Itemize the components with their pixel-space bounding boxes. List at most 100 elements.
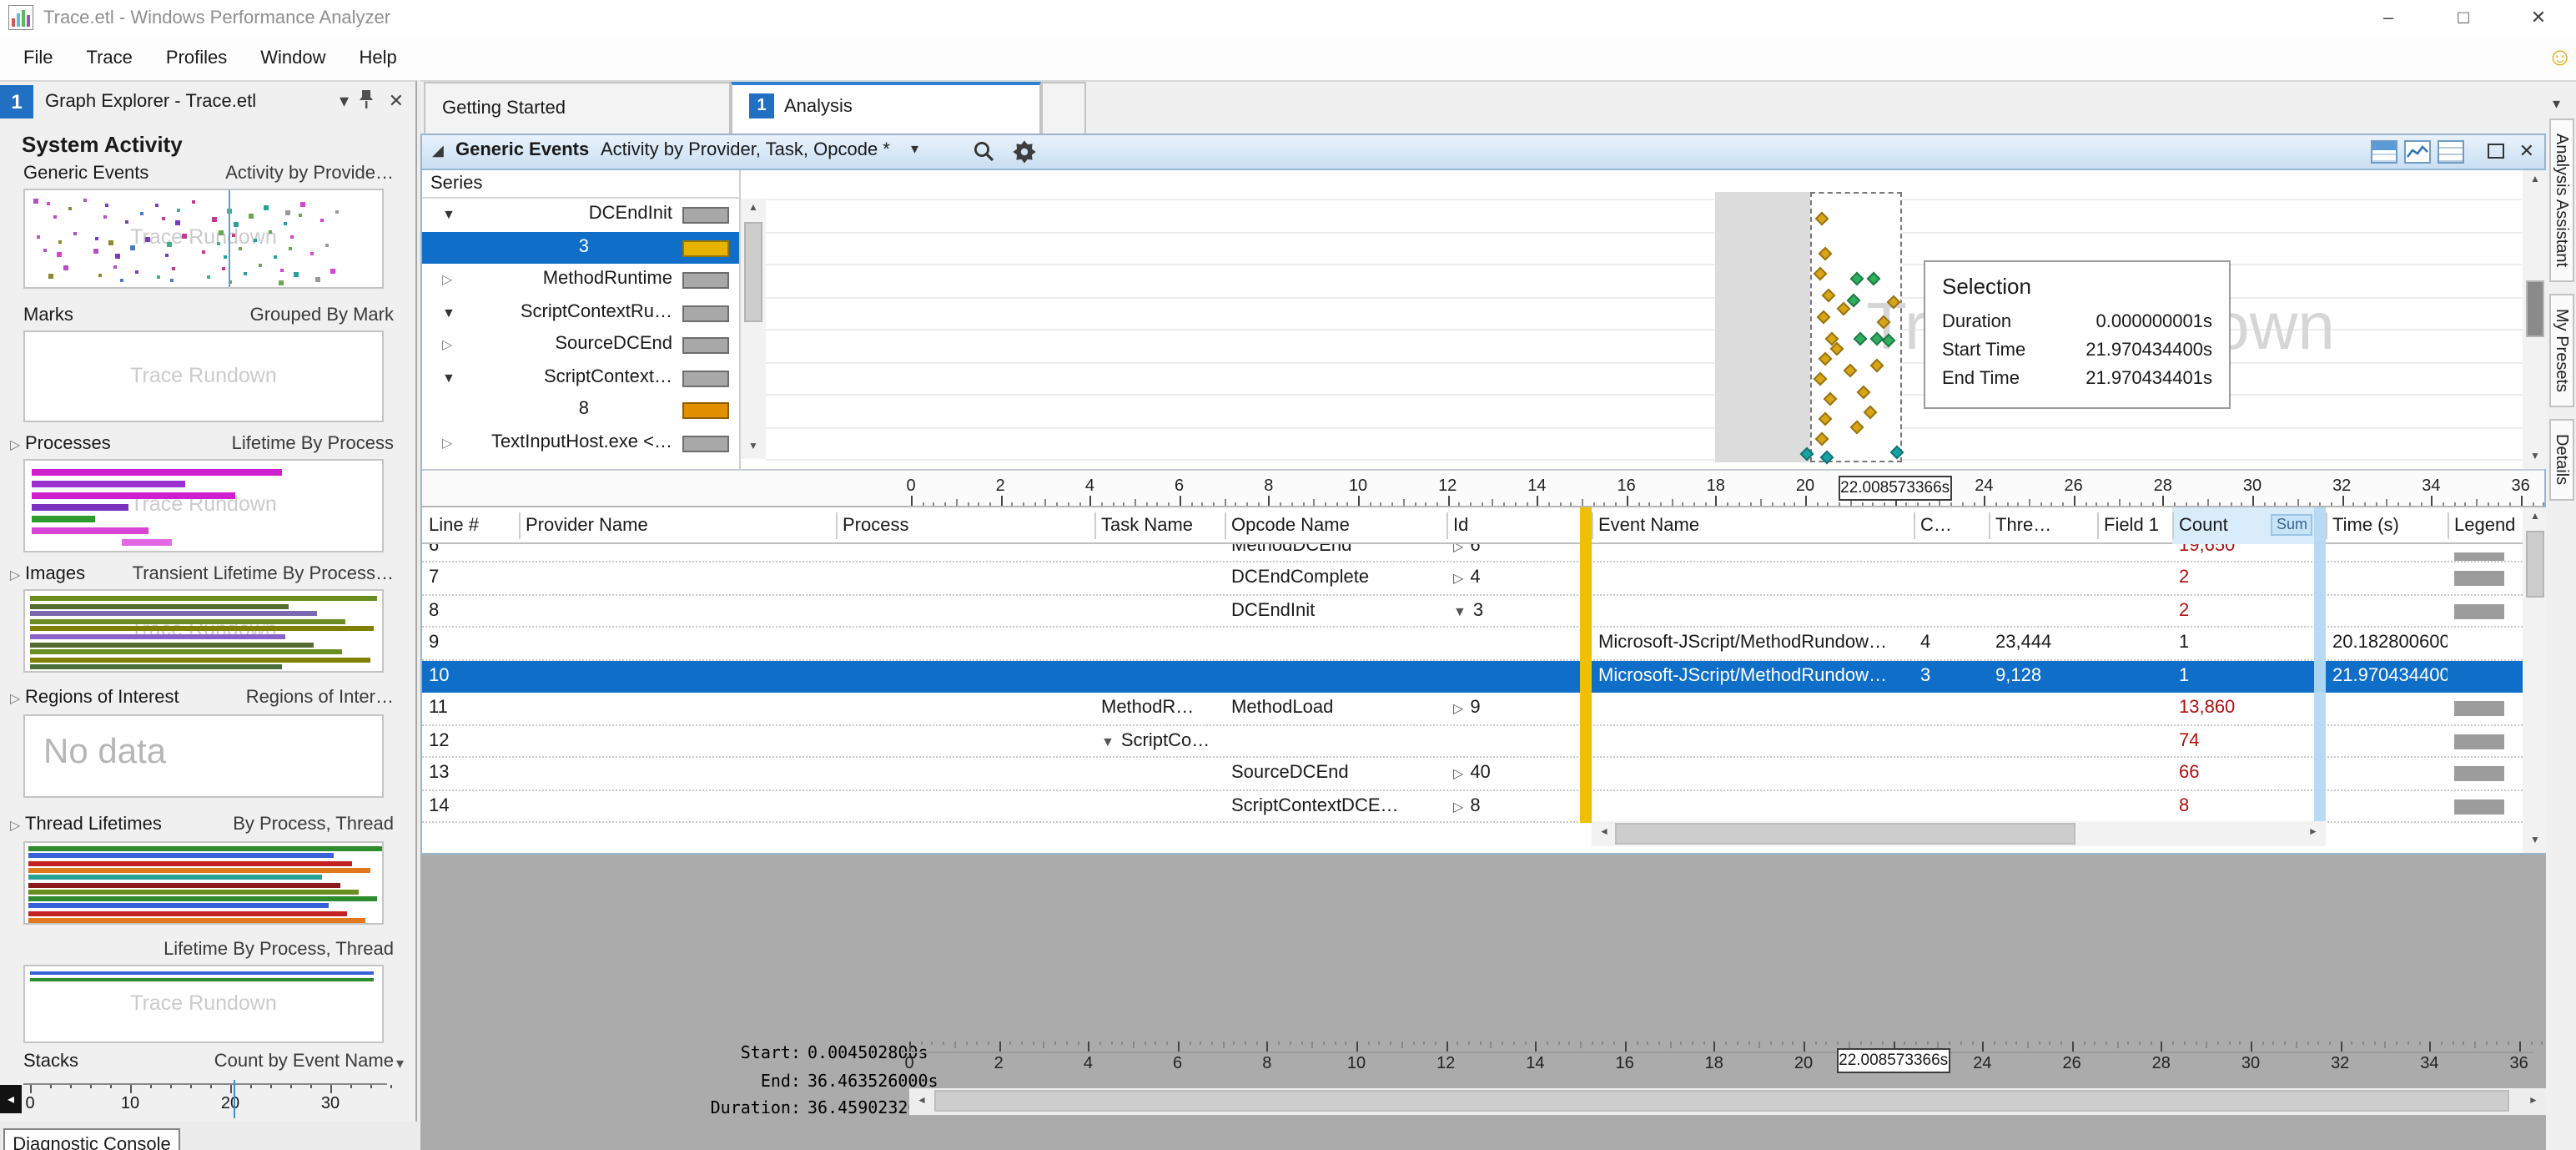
- display-table-only-icon[interactable]: [2438, 140, 2464, 164]
- expander-icon[interactable]: ▷: [1453, 571, 1463, 586]
- events-graph[interactable]: Trace RundownSelectionDuration0.00000000…: [766, 170, 2523, 469]
- graph-thumbnail[interactable]: Trace Rundown: [23, 330, 384, 422]
- preset-dropdown-icon[interactable]: ▾: [911, 140, 918, 159]
- scroll-down-icon[interactable]: ▼: [741, 437, 766, 459]
- timeline-ruler[interactable]: 02468101214161820222426283032343622.0085…: [422, 469, 2545, 507]
- scroll-up-icon[interactable]: ▲: [2523, 507, 2548, 529]
- column-header-event[interactable]: Event Name: [1592, 507, 1914, 544]
- series-row[interactable]: ▷ TextInputHost.exe <…: [422, 426, 739, 459]
- column-header-field1[interactable]: Field 1: [2097, 507, 2172, 544]
- menu-trace[interactable]: Trace: [69, 37, 148, 80]
- scroll-down-icon[interactable]: ▼: [2523, 831, 2548, 853]
- table-row[interactable]: 11 MethodR… MethodLoad ▷ 9 13,860: [422, 693, 2523, 725]
- graph-thumbnail[interactable]: Trace Rundown: [23, 965, 384, 1043]
- column-header-process[interactable]: Process: [836, 507, 1094, 544]
- expander-icon[interactable]: ▷: [1453, 766, 1463, 781]
- column-header-legend[interactable]: Legend: [2448, 507, 2523, 544]
- scrollbar-thumb[interactable]: [2526, 531, 2544, 598]
- expander-icon[interactable]: ▷: [10, 686, 20, 711]
- expander-icon[interactable]: ▷: [10, 813, 20, 838]
- scroll-right-icon[interactable]: ►: [2521, 1088, 2546, 1115]
- dropdown-chevron-icon[interactable]: ▾: [340, 90, 349, 112]
- close-panel-icon[interactable]: ✕: [389, 90, 404, 112]
- expander-icon[interactable]: ▷: [442, 426, 452, 459]
- series-row[interactable]: 8: [422, 394, 739, 426]
- expander-icon[interactable]: ▼: [442, 199, 455, 231]
- section-system-activity[interactable]: System Activity: [22, 132, 183, 157]
- expander-icon[interactable]: ▷: [1453, 799, 1463, 814]
- graph-thumbnail[interactable]: Trace Rundown: [23, 189, 384, 289]
- scroll-right-icon[interactable]: ►: [2301, 821, 2326, 846]
- graph-row[interactable]: Lifetime By Process, Thread: [10, 938, 394, 963]
- scrollbar-thumb[interactable]: [1615, 823, 2075, 845]
- graph-row[interactable]: Marks Grouped By Mark: [10, 304, 394, 329]
- menu-window[interactable]: Window: [244, 37, 342, 80]
- display-graph-only-icon[interactable]: [2404, 140, 2431, 164]
- series-scrollbar[interactable]: ▲ ▼: [741, 199, 766, 459]
- table-row[interactable]: 6 MethodDCEnd ▷ 6 19,650: [422, 544, 2523, 562]
- column-header-c[interactable]: C…: [1914, 507, 1989, 544]
- expander-icon[interactable]: ▷: [442, 329, 452, 361]
- tab-getting-started[interactable]: Getting Started: [424, 82, 731, 135]
- column-header-id[interactable]: Id: [1446, 507, 1580, 544]
- table-row[interactable]: 10 Microsoft-JScript/MethodRundow… 3 9,128 1…: [422, 660, 2523, 693]
- display-graph-and-table-icon[interactable]: [2371, 140, 2397, 164]
- table-row[interactable]: 8 DCEndInit ▼ 3 2: [422, 595, 2523, 628]
- side-tab-analysis-assistant[interactable]: Analysis Assistant: [2548, 119, 2573, 283]
- timeline-marker[interactable]: 22.008573366s: [1838, 476, 1952, 501]
- scroll-left-icon[interactable]: ◄: [1592, 821, 1617, 846]
- pin-icon[interactable]: [357, 88, 375, 115]
- menu-file[interactable]: File: [7, 37, 69, 80]
- aggregation-mode[interactable]: Sum: [2271, 514, 2312, 536]
- expander-icon[interactable]: ▷: [1453, 544, 1463, 554]
- series-row[interactable]: ▷ SourceDCEnd: [422, 329, 739, 361]
- scrollbar-thumb[interactable]: [934, 1090, 2509, 1112]
- table-row[interactable]: 9 Microsoft-JScript/MethodRundow… 4 23,444 1…: [422, 628, 2523, 660]
- expander-icon[interactable]: ▼: [1101, 734, 1114, 749]
- graph-row[interactable]: ▷ Processes Lifetime By Process: [10, 432, 394, 457]
- scrollbar-thumb[interactable]: [2526, 280, 2544, 337]
- maximize-view-icon[interactable]: [2488, 144, 2504, 159]
- graph-row[interactable]: ▷ Thread Lifetimes By Process, Thread: [10, 813, 394, 838]
- tab-stub[interactable]: [1041, 82, 1086, 135]
- graph-thumbnail[interactable]: No data: [23, 714, 384, 798]
- series-row[interactable]: ▼ ScriptContextRu…: [422, 296, 739, 329]
- scroll-up-icon[interactable]: ▲: [741, 199, 766, 220]
- scroll-left-icon[interactable]: ◄: [909, 1088, 934, 1115]
- table-horizontal-scrollbar[interactable]: ◄ ►: [1592, 821, 2326, 846]
- scroll-up-icon[interactable]: ▲: [2523, 170, 2548, 192]
- graph-row[interactable]: Generic Events Activity by Provide…: [10, 162, 394, 187]
- menu-help[interactable]: Help: [343, 37, 414, 80]
- graph-row[interactable]: ▷ Regions of Interest Regions of Inter…: [10, 686, 394, 711]
- graph-thumbnail[interactable]: Trace Rundown: [23, 589, 384, 673]
- expander-icon[interactable]: ▷: [442, 264, 452, 296]
- column-header-thread[interactable]: Thre…: [1989, 507, 2097, 544]
- timeline-scrollbar[interactable]: ◄ ►: [909, 1088, 2546, 1115]
- table-row[interactable]: 13 SourceDCEnd ▷ 40 66: [422, 758, 2523, 790]
- feedback-smiley-icon[interactable]: ☺: [2547, 43, 2573, 72]
- side-tab-details[interactable]: Details: [2548, 419, 2573, 501]
- close-view-icon[interactable]: ✕: [2519, 140, 2534, 162]
- timeline-marker[interactable]: 22.008573366s: [1836, 1048, 1950, 1073]
- scrollbar-thumb[interactable]: [744, 222, 762, 322]
- expander-icon[interactable]: ▷: [1453, 701, 1463, 716]
- collapse-graph-icon[interactable]: ◢: [432, 142, 444, 160]
- graph-row[interactable]: Stacks Count by Event Name: [10, 1050, 394, 1075]
- expander-icon[interactable]: ▼: [1453, 603, 1467, 618]
- graph-thumbnail[interactable]: [23, 841, 384, 925]
- minimize-button[interactable]: –: [2351, 0, 2426, 37]
- column-header-count[interactable]: Count Sum: [2172, 507, 2314, 544]
- series-row[interactable]: ▼ DCEndInit: [422, 199, 739, 231]
- tab-overflow-icon[interactable]: ▾: [2553, 95, 2560, 113]
- graph-preset-selector[interactable]: Activity by Provider, Task, Opcode *: [601, 140, 890, 160]
- column-header-line[interactable]: Line #: [422, 507, 519, 544]
- table-row[interactable]: 14 ScriptContextDCE… ▷ 8 8: [422, 790, 2523, 823]
- column-header-time[interactable]: Time (s): [2326, 507, 2448, 544]
- maximize-button[interactable]: □: [2426, 0, 2501, 37]
- column-header-task[interactable]: Task Name: [1094, 507, 1225, 544]
- graph-thumbnail[interactable]: Trace Rundown: [23, 459, 384, 552]
- table-vertical-scrollbar[interactable]: ▲ ▼: [2523, 507, 2548, 853]
- expander-icon[interactable]: ▼: [442, 361, 455, 394]
- search-icon[interactable]: [973, 140, 994, 167]
- series-row[interactable]: ▷ MethodRuntime: [422, 264, 739, 296]
